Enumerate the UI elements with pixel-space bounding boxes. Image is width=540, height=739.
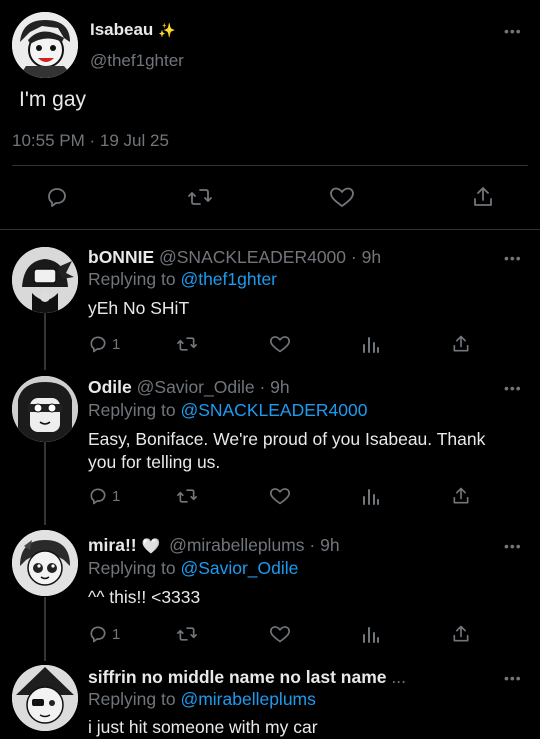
replying-to-label: Replying to: [88, 689, 176, 709]
share-button[interactable]: [451, 486, 471, 506]
sparkles-emoji: ✨: [158, 22, 176, 38]
avatar-isabeau-image: [12, 12, 78, 78]
thread-line: [44, 597, 46, 661]
avatar-bonnie-image: [12, 247, 78, 313]
views-button[interactable]: [361, 486, 381, 506]
reply-icon: [90, 626, 106, 643]
section-divider: [0, 229, 540, 230]
main-tweet-text: I'm gay: [19, 88, 87, 111]
main-author-name[interactable]: Isabeau: [90, 20, 153, 39]
reply-text-line: you for telling us.: [88, 452, 221, 472]
more-options-icon[interactable]: •••: [504, 381, 522, 395]
reply-author-handle[interactable]: @SNACKLEADER4000: [159, 247, 346, 267]
retweet-button[interactable]: [176, 334, 198, 354]
main-tweet-divider: [12, 165, 528, 166]
reply-text: Easy, Boniface. We're proud of you Isabe…: [88, 428, 485, 474]
reply-author-handle[interactable]: @mirabelleplums: [169, 535, 304, 555]
main-reply-button[interactable]: [45, 185, 69, 209]
name-truncation: ...: [391, 667, 406, 687]
avatar-isabeau[interactable]: [12, 12, 78, 78]
retweet-icon: [176, 489, 197, 503]
replying-to-link[interactable]: @mirabelleplums: [180, 689, 315, 709]
reply-author-name[interactable]: Odile: [88, 377, 132, 397]
views-icon: [363, 627, 379, 643]
tweet-date[interactable]: 19 Jul 25: [100, 131, 169, 150]
more-options-icon[interactable]: •••: [504, 24, 522, 38]
replying-to-label: Replying to: [88, 558, 176, 578]
reply-button[interactable]: 1: [88, 486, 120, 506]
avatar-siffrin-image: [12, 665, 78, 731]
reply-age: · 9h: [259, 377, 290, 397]
replying-to-link[interactable]: @Savior_Odile: [180, 558, 298, 578]
like-button[interactable]: [269, 624, 291, 644]
reply-age: · 9h: [350, 247, 382, 267]
reply-icon: [90, 336, 106, 353]
tweet-time[interactable]: 10:55 PM: [12, 131, 85, 150]
retweet-icon: [176, 627, 197, 641]
reply-button[interactable]: 1: [88, 624, 120, 644]
avatar-mira[interactable]: [12, 530, 78, 596]
reply-button[interactable]: 1: [88, 334, 120, 354]
time-separator: ·: [89, 131, 96, 150]
reply-author-name[interactable]: bONNIE: [88, 247, 154, 267]
like-icon: [270, 336, 290, 353]
reply-icon: [48, 188, 66, 207]
more-options-icon[interactable]: •••: [504, 251, 522, 265]
replying-to-label: Replying to: [88, 400, 176, 420]
reply-count: 1: [112, 335, 121, 353]
share-icon: [453, 335, 469, 352]
like-icon: [270, 626, 290, 643]
reply-count: 1: [112, 487, 121, 505]
reply-author-name[interactable]: mira!!: [88, 535, 137, 555]
main-share-button[interactable]: [471, 185, 495, 209]
like-icon: [270, 488, 290, 505]
reply-text-line: Easy, Boniface. We're proud of you Isabe…: [88, 429, 486, 449]
more-options-icon[interactable]: •••: [504, 539, 522, 553]
reply-count: 1: [112, 625, 121, 643]
main-author-handle[interactable]: @thef1ghter: [90, 51, 184, 71]
avatar-mira-image: [12, 530, 78, 596]
thread-line: [44, 437, 46, 525]
avatar-bonnie[interactable]: [12, 247, 78, 313]
reply-text: ^^ this!! <3333: [88, 587, 201, 607]
views-button[interactable]: [361, 624, 381, 644]
replying-to-link[interactable]: @thef1ghter: [180, 269, 277, 289]
retweet-icon: [176, 337, 197, 351]
reply-age: · 9h: [309, 535, 340, 555]
reply-text: yEh No SHiT: [88, 298, 190, 318]
views-button[interactable]: [361, 334, 381, 354]
share-icon: [453, 625, 469, 642]
reply-author-handle[interactable]: @Savior_Odile: [137, 377, 255, 397]
retweet-button[interactable]: [176, 624, 198, 644]
retweet-icon: [188, 189, 212, 205]
reply-icon: [90, 488, 106, 505]
avatar-siffrin[interactable]: [12, 665, 78, 731]
share-button[interactable]: [451, 334, 471, 354]
share-icon: [453, 487, 469, 504]
like-button[interactable]: [269, 486, 291, 506]
reply-author-name[interactable]: siffrin no middle name no last name: [88, 667, 387, 687]
like-button[interactable]: [269, 334, 291, 354]
white-heart-emoji: 🤍: [141, 538, 161, 555]
avatar-odile[interactable]: [12, 376, 78, 442]
like-icon: [330, 187, 354, 207]
main-like-button[interactable]: [329, 185, 355, 209]
views-icon: [363, 337, 379, 353]
retweet-button[interactable]: [176, 486, 198, 506]
views-icon: [363, 489, 379, 505]
more-options-icon[interactable]: •••: [504, 671, 522, 685]
share-button[interactable]: [451, 624, 471, 644]
reply-text: i just hit someone with my car: [88, 717, 318, 737]
avatar-odile-image: [12, 376, 78, 442]
main-retweet-button[interactable]: [187, 185, 213, 209]
replying-to-label: Replying to: [88, 269, 176, 289]
replying-to-link[interactable]: @SNACKLEADER4000: [180, 400, 367, 420]
share-icon: [474, 187, 492, 206]
